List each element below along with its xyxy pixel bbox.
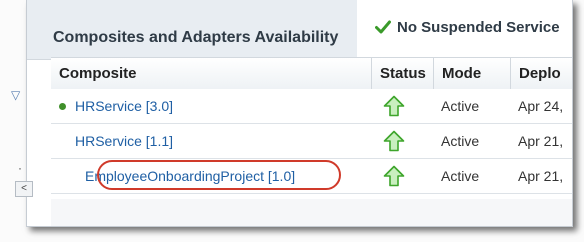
- column-header-status[interactable]: Status: [371, 58, 433, 89]
- default-version-dot-icon: [59, 102, 66, 110]
- column-header-mode[interactable]: Mode: [433, 58, 510, 89]
- mode-cell: Active: [441, 168, 480, 184]
- table-header: Composite Status Mode Deplo: [51, 57, 572, 90]
- panel-header: Composites and Adapters Availability: [27, 0, 357, 60]
- suspended-services-notice: No Suspended Service: [375, 12, 560, 42]
- scroll-left-button[interactable]: <: [15, 181, 33, 197]
- deployed-cell: Apr 21,: [518, 168, 564, 184]
- notice-text: No Suspended Service: [397, 18, 560, 36]
- status-cell: [371, 159, 433, 193]
- composite-cell: HRService [1.1]: [51, 124, 371, 158]
- panel-title: Composites and Adapters Availability: [53, 29, 339, 46]
- deployed-cell: Apr 24,: [518, 98, 564, 114]
- composites-panel: Composites and Adapters Availability No …: [26, 0, 573, 227]
- background-fragment: ▽: [11, 88, 21, 102]
- table-row: EmployeeOnboardingProject [1.0] Active A…: [51, 159, 572, 194]
- check-icon: [375, 20, 391, 34]
- table-footer: [51, 199, 572, 226]
- composite-link[interactable]: HRService [1.1]: [75, 133, 173, 149]
- mode-cell: Active: [441, 98, 480, 114]
- mode-cell: Active: [441, 133, 480, 149]
- status-up-arrow-icon: [383, 95, 405, 117]
- status-cell: [371, 124, 433, 158]
- column-header-composite[interactable]: Composite: [51, 58, 371, 89]
- status-up-arrow-icon: [383, 130, 405, 152]
- chevron-left-icon: <: [21, 183, 27, 194]
- status-cell: [371, 89, 433, 123]
- composite-cell: HRService [3.0]: [51, 89, 371, 123]
- status-up-arrow-icon: [383, 165, 405, 187]
- composite-cell: EmployeeOnboardingProject [1.0]: [51, 159, 371, 193]
- deployed-cell: Apr 21,: [518, 133, 564, 149]
- table-row: HRService [1.1] Active Apr 21,: [51, 124, 572, 159]
- column-header-deployed[interactable]: Deplo: [510, 58, 572, 89]
- table-row: HRService [3.0] Active Apr 24,: [51, 89, 572, 124]
- background-fragment: ·: [18, 161, 22, 175]
- composite-link[interactable]: EmployeeOnboardingProject [1.0]: [85, 168, 295, 184]
- composite-link[interactable]: HRService [3.0]: [75, 98, 173, 114]
